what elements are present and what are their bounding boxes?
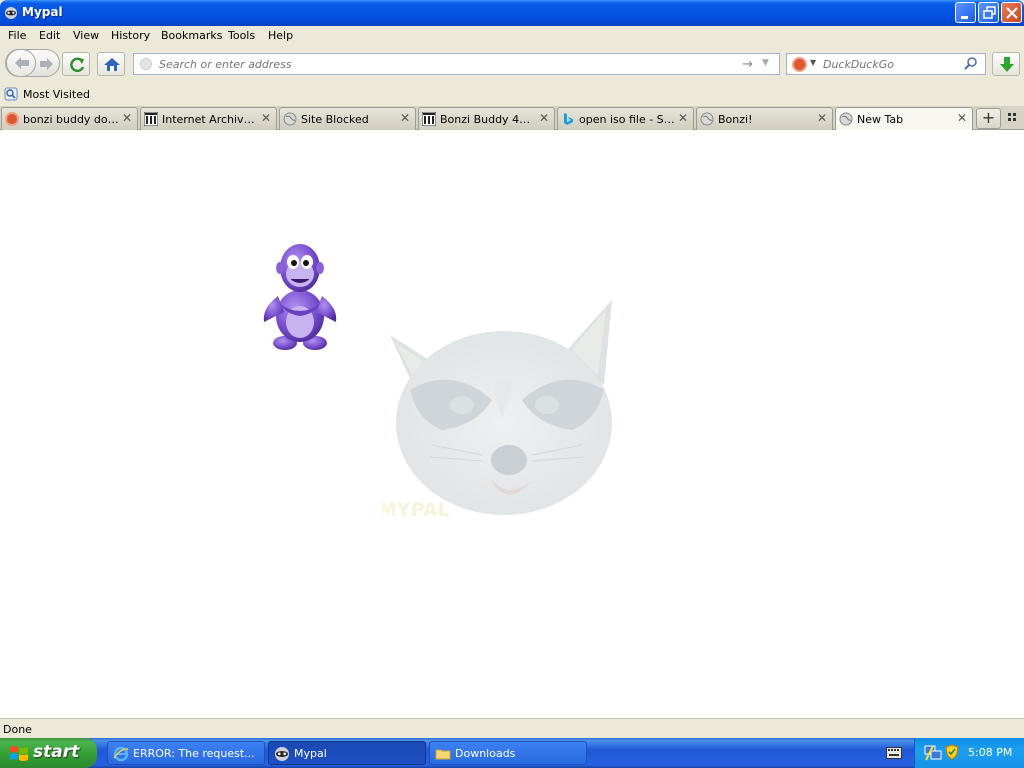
tab-site-blocked[interactable]: Site Blocked ✕ (279, 107, 416, 130)
tab-close-icon[interactable]: ✕ (539, 111, 549, 125)
globe-icon (700, 112, 714, 126)
tab-close-icon[interactable]: ✕ (817, 111, 827, 125)
history-dropdown-icon[interactable]: ▼ (762, 58, 769, 68)
system-tray: 5:08 PM (914, 738, 1024, 768)
tab-new-tab[interactable]: New Tab ✕ (835, 107, 973, 131)
address-bar[interactable]: → ▼ (133, 53, 780, 75)
tab-strip: bonzi buddy dow... ✕ Internet Archive: .… (0, 106, 1024, 131)
mypal-app-icon (5, 7, 17, 19)
menu-tools[interactable]: Tools (228, 29, 255, 42)
windows-flag-icon (10, 746, 28, 761)
start-label: start (33, 742, 80, 762)
minimize-button[interactable] (955, 2, 976, 23)
mypal-raccoon-logo: MYPAL (382, 300, 612, 521)
mypal-icon (275, 747, 289, 761)
tab-close-icon[interactable]: ✕ (122, 111, 132, 125)
mypal-watermark-text: MYPAL (382, 499, 450, 521)
back-forward-group (5, 49, 60, 77)
window-title: Mypal (22, 5, 63, 19)
taskbar-item-label: Downloads (455, 747, 516, 760)
taskbar: start ERROR: The request... Mypal Downlo… (0, 738, 1024, 768)
go-arrow-icon[interactable]: → (742, 57, 753, 72)
duckduckgo-icon (5, 112, 19, 126)
tab-label: Bonzi Buddy 432 :... (440, 113, 536, 126)
taskbar-item-mypal[interactable]: Mypal (268, 741, 426, 765)
network-tray-icon[interactable] (923, 744, 943, 762)
navigation-toolbar: → ▼ ▼ (0, 46, 1024, 82)
restore-button[interactable] (978, 2, 999, 23)
reload-icon (70, 57, 85, 73)
most-visited-icon (4, 87, 18, 101)
download-arrow-icon (1000, 57, 1014, 72)
new-tab-button[interactable]: + (976, 108, 1001, 129)
tab-bonzi-buddy-download[interactable]: bonzi buddy dow... ✕ (1, 107, 138, 130)
status-text: Done (3, 723, 32, 736)
search-icon[interactable] (963, 56, 979, 72)
restore-icon (983, 6, 996, 19)
tab-label: Site Blocked (301, 113, 369, 126)
menu-file[interactable]: File (8, 29, 26, 42)
search-bar[interactable]: ▼ (786, 53, 986, 75)
list-all-tabs-icon[interactable] (1007, 112, 1019, 124)
close-window-button[interactable] (1001, 2, 1022, 23)
taskbar-item-downloads[interactable]: Downloads (429, 741, 587, 765)
tab-internet-archive[interactable]: Internet Archive: ... ✕ (140, 107, 277, 130)
clock[interactable]: 5:08 PM (968, 746, 1012, 759)
duckduckgo-icon[interactable] (792, 57, 807, 72)
page-content: MYPAL (0, 130, 1024, 718)
identity-globe-icon (140, 58, 152, 70)
start-button[interactable]: start (0, 738, 97, 768)
globe-icon (283, 112, 297, 126)
title-bar[interactable]: Mypal (0, 0, 1024, 26)
home-button[interactable] (97, 52, 125, 76)
tab-close-icon[interactable]: ✕ (400, 111, 410, 125)
tab-label: Internet Archive: ... (162, 113, 258, 126)
tab-label: New Tab (857, 113, 904, 126)
search-input[interactable] (823, 56, 958, 72)
tab-close-icon[interactable]: ✕ (678, 111, 688, 125)
globe-icon (839, 112, 853, 126)
tab-close-icon[interactable]: ✕ (261, 111, 271, 125)
reload-button[interactable] (62, 52, 90, 76)
address-input[interactable] (159, 56, 729, 72)
home-icon (104, 58, 120, 71)
folder-icon (435, 749, 451, 760)
tab-label: Bonzi! (718, 113, 753, 126)
bing-icon (564, 113, 573, 125)
engine-dropdown-icon[interactable]: ▼ (810, 58, 816, 67)
language-bar-keyboard-icon[interactable] (886, 747, 902, 759)
bonzi-buddy-character[interactable] (258, 238, 344, 354)
bookmarks-toolbar: Most Visited (0, 84, 1024, 105)
ie-icon (113, 746, 129, 762)
archive-icon (144, 112, 158, 126)
menu-edit[interactable]: Edit (39, 29, 60, 42)
forward-arrow-icon[interactable] (37, 54, 57, 74)
tab-bonzi-buddy-432[interactable]: Bonzi Buddy 432 :... ✕ (418, 107, 555, 130)
minimize-icon (961, 16, 968, 19)
menu-bar: File Edit View History Bookmarks Tools H… (0, 26, 1024, 46)
menu-history[interactable]: History (111, 29, 150, 42)
status-bar: Done (0, 718, 1024, 738)
menu-help[interactable]: Help (268, 29, 293, 42)
taskbar-item-label: Mypal (294, 747, 327, 760)
downloads-button[interactable] (992, 52, 1020, 76)
taskbar-item-label: ERROR: The request... (133, 747, 255, 760)
close-icon (1006, 7, 1018, 19)
back-button[interactable] (6, 49, 36, 77)
back-arrow-icon (15, 57, 29, 69)
plus-icon: + (981, 108, 996, 127)
tab-bonzi[interactable]: Bonzi! ✕ (696, 107, 833, 130)
archive-icon (422, 112, 436, 126)
tab-close-icon[interactable]: ✕ (957, 111, 967, 125)
menu-bookmarks[interactable]: Bookmarks (161, 29, 222, 42)
tab-label: open iso file - Sea... (579, 113, 675, 126)
tab-open-iso-file[interactable]: open iso file - Sea... ✕ (557, 107, 694, 130)
taskbar-item-ie-error[interactable]: ERROR: The request... (107, 741, 265, 765)
most-visited-bookmark[interactable]: Most Visited (23, 88, 90, 101)
menu-view[interactable]: View (73, 29, 99, 42)
tab-label: bonzi buddy dow... (23, 113, 119, 126)
security-shield-tray-icon[interactable] (944, 744, 960, 760)
